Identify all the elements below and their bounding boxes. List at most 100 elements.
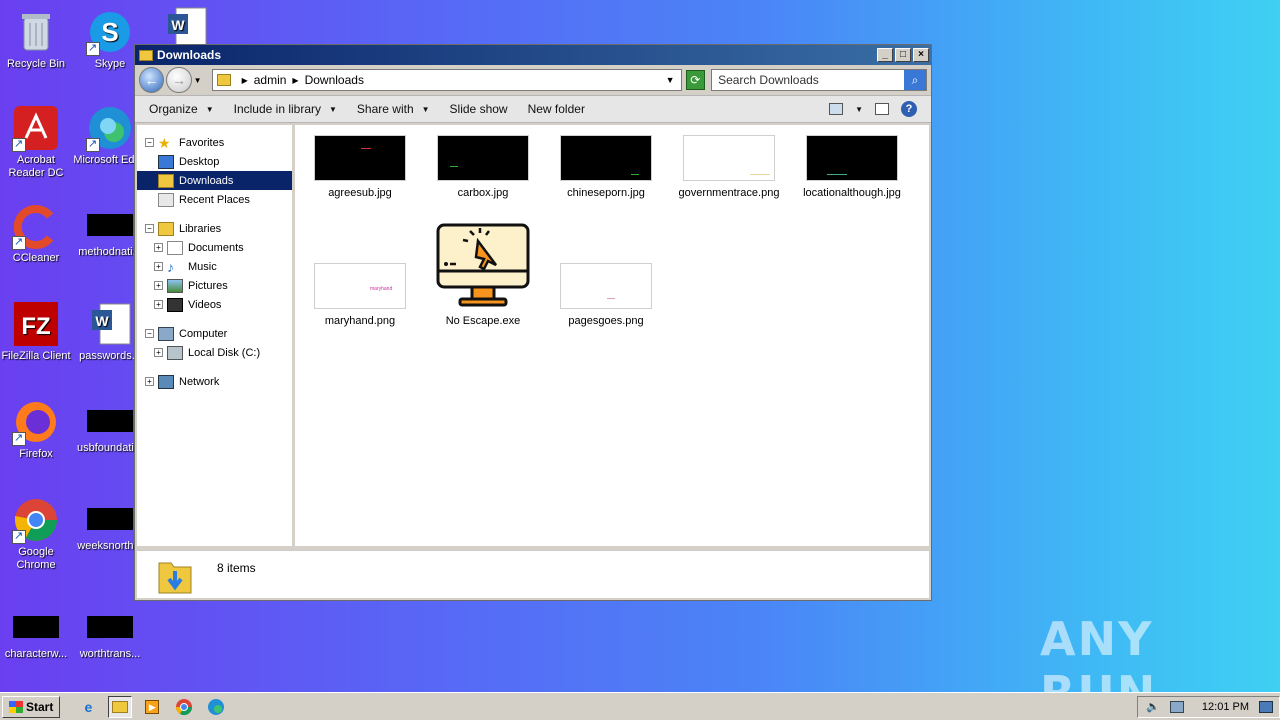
explorer-taskbar-icon[interactable] bbox=[108, 695, 133, 718]
chrome-taskbar-icon[interactable] bbox=[172, 696, 196, 718]
file-name: locationalthough.jpg bbox=[803, 187, 901, 199]
collapse-icon[interactable]: − bbox=[145, 224, 154, 233]
tree-computer[interactable]: − Computer bbox=[137, 324, 292, 343]
tree-pictures[interactable]: + Pictures bbox=[137, 276, 292, 295]
breadcrumb-arrow-icon[interactable]: ▶ bbox=[242, 76, 248, 85]
svg-text:FZ: FZ bbox=[21, 313, 50, 340]
tree-desktop[interactable]: Desktop bbox=[137, 152, 292, 171]
tree-label: Local Disk (C:) bbox=[188, 346, 261, 359]
back-button[interactable]: ← bbox=[139, 67, 165, 93]
search-input[interactable]: Search Downloads ⌕ bbox=[711, 69, 928, 91]
help-icon[interactable]: ? bbox=[901, 101, 917, 117]
chrome-icon bbox=[12, 496, 60, 544]
expand-icon[interactable]: + bbox=[154, 348, 163, 357]
image-thumbnail bbox=[560, 135, 652, 181]
close-button[interactable]: × bbox=[913, 48, 929, 62]
svg-text:W: W bbox=[171, 17, 185, 33]
desktop-icon-worthtrans[interactable]: worthtrans... bbox=[72, 604, 148, 661]
change-view-icon[interactable] bbox=[829, 103, 844, 115]
slideshow-label: Slide show bbox=[449, 102, 508, 116]
file-item[interactable]: chineseporn.jpg bbox=[551, 135, 661, 200]
organize-button[interactable]: Organize ▼ bbox=[149, 102, 214, 116]
file-name: carbox.jpg bbox=[457, 187, 509, 199]
file-name: agreesub.jpg bbox=[328, 187, 392, 199]
share-with-button[interactable]: Share with ▼ bbox=[357, 102, 430, 116]
start-label: Start bbox=[26, 699, 54, 714]
newfolder-label: New folder bbox=[527, 102, 585, 116]
computer-cursor-app-icon bbox=[434, 221, 532, 309]
tree-recent-places[interactable]: Recent Places bbox=[137, 190, 292, 209]
recent-places-icon bbox=[158, 192, 174, 207]
start-button[interactable]: Start bbox=[2, 695, 61, 718]
tree-documents[interactable]: + Documents bbox=[137, 238, 292, 257]
expand-icon[interactable]: + bbox=[145, 377, 154, 386]
address-dropdown-icon[interactable]: ▼ bbox=[666, 75, 675, 85]
search-placeholder: Search Downloads bbox=[718, 73, 819, 87]
tree-music[interactable]: + ♪ Music bbox=[137, 257, 292, 276]
collapse-icon[interactable]: − bbox=[145, 329, 154, 338]
music-icon: ♪ bbox=[167, 258, 174, 275]
file-item[interactable]: agreesub.jpg bbox=[305, 135, 415, 200]
expand-icon[interactable]: + bbox=[154, 300, 163, 309]
file-item[interactable]: governmentrace.png bbox=[674, 135, 784, 200]
expand-icon[interactable]: + bbox=[154, 281, 163, 290]
search-icon[interactable]: ⌕ bbox=[904, 70, 927, 90]
view-dropdown-icon[interactable]: ▼ bbox=[855, 105, 863, 114]
videos-icon bbox=[167, 297, 183, 312]
explorer-window[interactable]: Downloads _ □ × ← → ▼ ▶ admin ▶ Download… bbox=[134, 44, 932, 601]
share-label: Share with bbox=[356, 102, 414, 116]
tree-downloads[interactable]: Downloads bbox=[137, 171, 292, 190]
file-item[interactable]: pagesgoes.png bbox=[551, 263, 661, 328]
refresh-button[interactable]: ⟳ bbox=[685, 70, 706, 90]
expand-icon[interactable]: + bbox=[154, 262, 163, 271]
minimize-button[interactable]: _ bbox=[877, 48, 893, 62]
breadcrumb-admin[interactable]: admin bbox=[254, 73, 287, 87]
new-folder-button[interactable]: New folder bbox=[528, 102, 585, 116]
desktop-icon-label: Acrobat Reader DC bbox=[8, 154, 64, 179]
expand-icon[interactable]: + bbox=[154, 243, 163, 252]
desktop-icon-filezilla[interactable]: FZ FileZilla Client bbox=[0, 300, 74, 363]
tree-local-disk[interactable]: + Local Disk (C:) bbox=[137, 343, 292, 362]
network-tray-icon[interactable] bbox=[1169, 700, 1184, 713]
tree-network[interactable]: + Network bbox=[137, 372, 292, 391]
desktop-icon-firefox[interactable]: Firefox bbox=[0, 398, 74, 461]
desktop-icon-recycle-bin[interactable]: Recycle Bin bbox=[0, 8, 74, 71]
acrobat-icon bbox=[12, 104, 60, 152]
tree-videos[interactable]: + Videos bbox=[137, 295, 292, 314]
media-player-icon[interactable]: ▶ bbox=[140, 696, 164, 718]
edge-taskbar-icon[interactable] bbox=[204, 696, 228, 718]
desktop-icon-characterw[interactable]: characterw... bbox=[0, 604, 74, 661]
file-item[interactable]: No Escape.exe bbox=[428, 221, 538, 328]
forward-button[interactable]: → bbox=[166, 67, 192, 93]
title-bar[interactable]: Downloads _ □ × bbox=[135, 45, 931, 65]
file-item[interactable]: maryhand maryhand.png bbox=[305, 263, 415, 328]
preview-pane-icon[interactable] bbox=[875, 103, 889, 115]
maximize-button[interactable]: □ bbox=[895, 48, 911, 62]
file-item[interactable]: carbox.jpg bbox=[428, 135, 538, 200]
shortcut-arrow-icon bbox=[12, 529, 26, 544]
address-bar[interactable]: ▶ admin ▶ Downloads ▼ bbox=[211, 69, 682, 91]
clock[interactable]: 12:01 PM bbox=[1202, 701, 1249, 713]
desktop-icon-label: Google Chrome bbox=[16, 546, 56, 571]
file-item[interactable]: locationalthough.jpg bbox=[797, 135, 907, 200]
desktop-icon-chrome[interactable]: Google Chrome bbox=[0, 496, 74, 572]
downloads-folder-icon bbox=[158, 173, 174, 188]
show-desktop-icon[interactable] bbox=[1259, 700, 1273, 713]
breadcrumb-arrow-icon[interactable]: ▶ bbox=[292, 76, 298, 85]
filezilla-icon: FZ bbox=[12, 300, 60, 348]
desktop-icon-ccleaner[interactable]: CCleaner bbox=[0, 202, 74, 265]
tree-libraries[interactable]: − Libraries bbox=[137, 219, 292, 238]
tree-favorites[interactable]: − ★ Favorites bbox=[137, 133, 292, 152]
desktop-icon-label: FileZilla Client bbox=[1, 350, 71, 362]
tree-label: Favorites bbox=[179, 136, 225, 149]
slide-show-button[interactable]: Slide show bbox=[450, 102, 508, 116]
breadcrumb-downloads[interactable]: Downloads bbox=[305, 73, 364, 87]
command-bar: Organize ▼ Include in library ▼ Share with… bbox=[135, 95, 931, 123]
recent-pages-dropdown-icon[interactable]: ▼ bbox=[194, 76, 202, 85]
volume-icon[interactable]: 🔈 bbox=[1146, 700, 1160, 713]
window-title: Downloads bbox=[157, 48, 222, 62]
include-in-library-button[interactable]: Include in library ▼ bbox=[234, 102, 337, 116]
internet-explorer-icon[interactable]: e bbox=[76, 696, 100, 718]
desktop-icon-acrobat[interactable]: Acrobat Reader DC bbox=[0, 104, 74, 180]
collapse-icon[interactable]: − bbox=[145, 138, 154, 147]
